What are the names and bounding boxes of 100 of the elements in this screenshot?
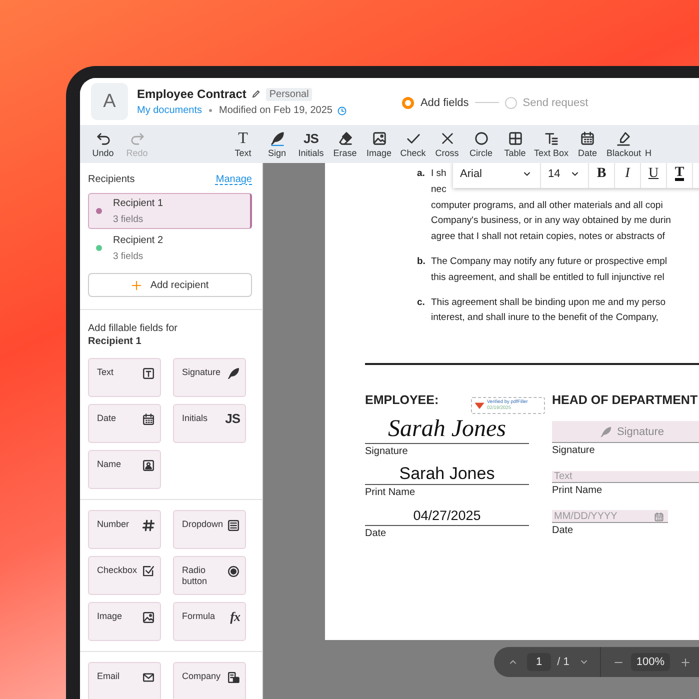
- radio-icon: [227, 565, 240, 578]
- text-field-tile[interactable]: Text: [88, 358, 161, 397]
- clause-marker: a.: [417, 167, 426, 181]
- step-radio[interactable]: [402, 96, 414, 108]
- name-text-field[interactable]: Text: [552, 471, 699, 484]
- clause-marker: b.: [417, 254, 426, 269]
- email-field-tile[interactable]: Email: [88, 662, 161, 699]
- italic-button[interactable]: I: [615, 163, 641, 188]
- step-radio[interactable]: [504, 96, 517, 108]
- zoom-level-field[interactable]: 100%: [631, 653, 670, 671]
- fields-heading: Add fillable fields for Recipient 1: [87, 322, 178, 348]
- print-name-label: Print Name: [552, 485, 604, 498]
- date-value: 04/27/2025: [365, 503, 529, 526]
- calendar-icon: [654, 512, 664, 522]
- add-recipient-button[interactable]: Add recipient: [88, 273, 252, 297]
- formula-field-tile[interactable]: Formula fx: [173, 602, 246, 641]
- undo-tool-button[interactable]: Undo: [86, 128, 120, 160]
- circle-tool-button[interactable]: Circle: [464, 128, 498, 160]
- circle-icon: [474, 131, 488, 146]
- handwritten-signature: Sarah Jones: [365, 415, 529, 444]
- checkbox-field-tile[interactable]: Checkbox: [88, 556, 161, 595]
- bold-button[interactable]: B: [589, 163, 615, 188]
- clause-text-line: nec: [431, 182, 446, 197]
- date-label: Date: [552, 525, 574, 538]
- modified-date: Modified on Feb 19, 2025: [219, 105, 332, 116]
- initials-icon: JS: [304, 131, 318, 146]
- dropdown-icon: [227, 519, 240, 532]
- color-button[interactable]: T: [667, 163, 693, 188]
- blackout-tool-button[interactable]: Blackout: [604, 128, 644, 160]
- employee-heading: EMPLOYEE:: [365, 393, 439, 410]
- date-tool-button[interactable]: Date: [570, 128, 605, 160]
- image-tool-button[interactable]: Image: [362, 128, 396, 160]
- sign-tool-button[interactable]: Sign: [260, 128, 294, 160]
- image-field-tile[interactable]: Image: [88, 602, 161, 641]
- department-heading: HEAD OF DEPARTMENT: [552, 393, 698, 410]
- eraser-icon: [338, 131, 352, 146]
- date-field-tile[interactable]: Date: [88, 404, 161, 443]
- initials-field-tile[interactable]: Initials JS: [173, 404, 246, 443]
- radio-field-tile[interactable]: Radio button: [173, 556, 246, 595]
- initials-icon: JS: [225, 413, 240, 424]
- textbox-tool-button[interactable]: Text Box: [532, 128, 571, 160]
- cross-tool-button[interactable]: Cross: [430, 128, 464, 160]
- clause-text-line: interest, and shall inure to the benefit of the Company,: [431, 311, 658, 326]
- step-label: Send request: [522, 96, 588, 108]
- hash-icon: [142, 519, 155, 532]
- feather-icon: [227, 367, 240, 380]
- signature-label: Signature: [365, 446, 409, 458]
- zoom-in-button[interactable]: [680, 656, 690, 668]
- table-icon: [508, 131, 522, 146]
- feather-icon: [270, 131, 284, 146]
- feather-icon: [600, 426, 612, 438]
- signature-label: Signature: [552, 445, 596, 458]
- check-icon: [406, 131, 420, 146]
- erase-tool-button[interactable]: Erase: [328, 128, 362, 160]
- undo-icon: [96, 131, 110, 146]
- recipient-item[interactable]: Recipient 2 3 fields: [88, 230, 252, 266]
- clause-marker: c.: [417, 296, 426, 310]
- table-tool-button[interactable]: Table: [498, 128, 532, 160]
- clock-icon: [337, 106, 348, 116]
- signature-field-tile[interactable]: Signature: [173, 358, 246, 397]
- cross-icon: [440, 131, 454, 146]
- date-label: Date: [365, 528, 388, 540]
- pencil-icon: [251, 89, 262, 99]
- text-tool-button[interactable]: T Text: [226, 128, 260, 160]
- recipient-item[interactable]: Recipient 1 3 fields: [88, 193, 252, 229]
- page-number-field[interactable]: 1: [527, 653, 552, 671]
- initials-tool-button[interactable]: JS Initials: [294, 128, 328, 160]
- toolbar-button[interactable]: H: [643, 128, 656, 160]
- personal-badge: Personal: [266, 88, 312, 100]
- dropdown-field-tile[interactable]: Dropdown: [173, 510, 246, 549]
- company-field-tile[interactable]: Company: [173, 662, 246, 699]
- calendar-icon: [580, 131, 596, 146]
- font-size-dropdown[interactable]: 14: [541, 163, 589, 188]
- underline-button[interactable]: U: [641, 163, 667, 188]
- clause-text-line: computer programs, and all other materials and all copi: [431, 198, 663, 213]
- name-field-tile[interactable]: Name: [88, 450, 161, 489]
- font-dropdown[interactable]: Arial: [453, 163, 541, 188]
- text-box-icon: [544, 131, 559, 146]
- step-label: Add fields: [420, 96, 469, 108]
- marker-icon: [616, 131, 632, 146]
- check-tool-button[interactable]: Check: [396, 128, 430, 160]
- clause-text-line: This agreement shall be binding upon me and my perso: [431, 296, 666, 310]
- image-icon: [372, 131, 386, 146]
- clause-text-line: agree that I shall not retain copies, notes or abstracts of: [431, 230, 665, 244]
- print-name-label: Print Name: [365, 487, 416, 500]
- calendar-icon: [142, 413, 155, 426]
- image-icon: [142, 611, 155, 624]
- clause-text-line: The Company may notify any future or prospective empl: [431, 254, 668, 269]
- page-total: / 1: [557, 656, 570, 668]
- number-field-tile[interactable]: Number: [88, 510, 161, 549]
- clause-text-line: Company's business, or in any way obtained by me durin: [431, 214, 671, 228]
- document-title: Employee Contract: [137, 87, 246, 101]
- plus-icon: [131, 280, 142, 290]
- building-icon: [227, 671, 240, 684]
- clause-text-line: this agreement, and shall be entitled to full injunctive rel: [431, 270, 664, 285]
- date-field[interactable]: MM/DD/YYYY: [552, 510, 668, 524]
- text-field-icon: [142, 367, 155, 380]
- document-avatar: A: [91, 83, 128, 120]
- text-icon: T: [238, 131, 248, 146]
- plus-icon: [680, 656, 690, 668]
